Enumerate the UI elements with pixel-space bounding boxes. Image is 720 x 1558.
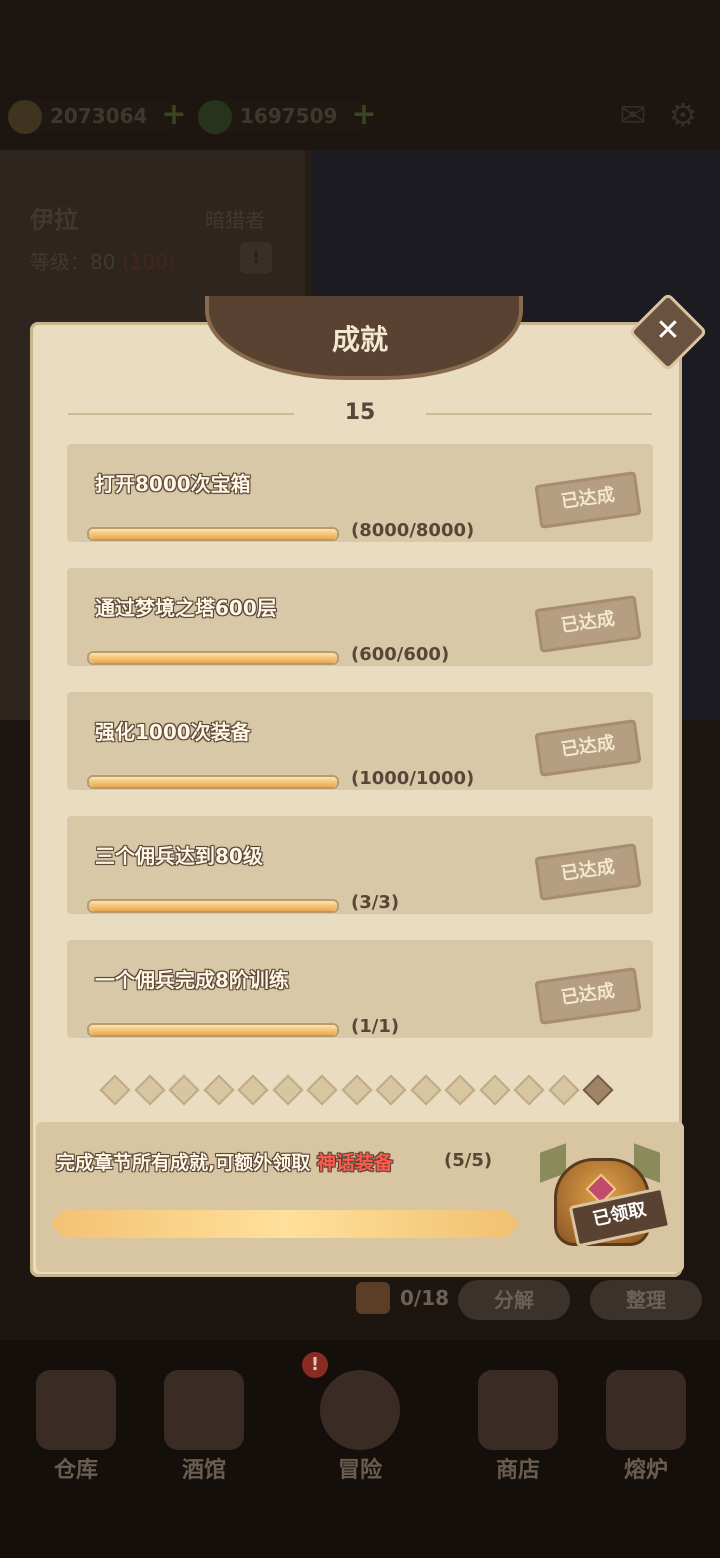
page-dot[interactable] (133, 1074, 166, 1106)
page-dot[interactable] (444, 1074, 476, 1106)
chapter-divider-right (426, 413, 652, 415)
shop-icon (478, 1370, 558, 1450)
adventure-icon (320, 1370, 400, 1450)
decompose-button[interactable]: 分解 (458, 1280, 570, 1320)
completed-stamp: 已达成 (534, 595, 642, 653)
reward-text-prefix: 完成章节所有成就,可额外领取 (56, 1152, 311, 1174)
achievement-card: 通过梦境之塔600层 (600/600) 已达成 (67, 568, 653, 666)
completed-stamp: 已达成 (534, 471, 642, 529)
page-dot[interactable] (99, 1074, 131, 1106)
achievement-progress: (1000/1000) (351, 768, 475, 789)
modal-title: 成就 (331, 323, 388, 356)
progress-fill (89, 1025, 337, 1035)
chapter-divider-left (68, 413, 294, 415)
progress-bar (87, 651, 339, 665)
page-dot[interactable] (375, 1074, 407, 1106)
achievement-progress: (600/600) (351, 644, 450, 665)
achievement-card: 强化1000次装备 (1000/1000) 已达成 (67, 692, 653, 790)
chapter-reward-progress: (5/5) (444, 1150, 493, 1171)
achievement-title: 一个佣兵完成8阶训练 (95, 968, 289, 992)
reward-highlight: 神话装备 (316, 1152, 393, 1174)
achievement-progress: (8000/8000) (351, 520, 475, 541)
page-dot[interactable] (513, 1074, 545, 1106)
progress-fill (89, 653, 337, 663)
tavern-icon (164, 1370, 244, 1450)
adventure-alert-badge: ! (302, 1352, 328, 1378)
page-dot[interactable] (582, 1074, 614, 1106)
warehouse-icon (36, 1370, 116, 1450)
achievement-title: 打开8000次宝箱 (95, 472, 251, 496)
page-dot[interactable] (340, 1074, 373, 1106)
nav-label: 熔炉 (623, 1458, 668, 1483)
progress-fill (89, 529, 337, 539)
chapter-progress-bar (50, 1210, 520, 1238)
page-dot[interactable] (306, 1074, 338, 1106)
achievement-title: 强化1000次装备 (95, 720, 251, 744)
chapter-progress-fill (50, 1210, 520, 1238)
close-icon[interactable]: ✕ (640, 306, 696, 356)
sort-button[interactable]: 整理 (590, 1280, 702, 1320)
page-dot[interactable] (547, 1074, 580, 1106)
page-dot[interactable] (478, 1074, 511, 1106)
progress-bar (87, 1023, 339, 1037)
achievement-title: 三个佣兵达到80级 (95, 844, 263, 868)
chapter-number: 15 (344, 400, 376, 425)
achievement-card: 三个佣兵达到80级 (3/3) 已达成 (67, 816, 653, 914)
nav-tavern[interactable]: 酒馆 (144, 1360, 264, 1490)
nav-adventure[interactable]: 冒险 (300, 1360, 420, 1490)
progress-bar (87, 775, 339, 789)
nav-warehouse[interactable]: 仓库 (16, 1360, 136, 1490)
completed-stamp: 已达成 (534, 719, 642, 777)
progress-bar (87, 527, 339, 541)
achievement-progress: (3/3) (351, 892, 400, 913)
achievement-progress: (1/1) (351, 1016, 400, 1037)
page-dot[interactable] (168, 1074, 200, 1106)
achievement-card: 打开8000次宝箱 (8000/8000) 已达成 (67, 444, 653, 542)
nav-label: 商店 (495, 1458, 540, 1483)
progress-fill (89, 777, 337, 787)
nav-label: 仓库 (53, 1458, 98, 1483)
completed-stamp: 已达成 (534, 843, 642, 901)
completed-stamp: 已达成 (534, 967, 642, 1025)
progress-fill (89, 901, 337, 911)
furnace-icon (606, 1370, 686, 1450)
chapter-reward-text: 完成章节所有成就,可额外领取 神话装备 (56, 1148, 393, 1175)
page-dot[interactable] (237, 1074, 269, 1106)
bag-icon (356, 1282, 390, 1314)
nav-furnace[interactable]: 熔炉 (586, 1360, 706, 1490)
nav-label: 冒险 (337, 1458, 382, 1483)
achievement-card: 一个佣兵完成8阶训练 (1/1) 已达成 (67, 940, 653, 1038)
page-dot[interactable] (202, 1074, 235, 1106)
progress-bar (87, 899, 339, 913)
nav-label: 酒馆 (181, 1458, 226, 1483)
page-dot[interactable] (271, 1074, 304, 1106)
inventory-count: 0/18 (400, 1286, 450, 1310)
page-dot[interactable] (409, 1074, 442, 1106)
nav-shop[interactable]: 商店 (458, 1360, 578, 1490)
chapter-page-dots (99, 1074, 624, 1106)
achievement-title: 通过梦境之塔600层 (95, 596, 277, 620)
